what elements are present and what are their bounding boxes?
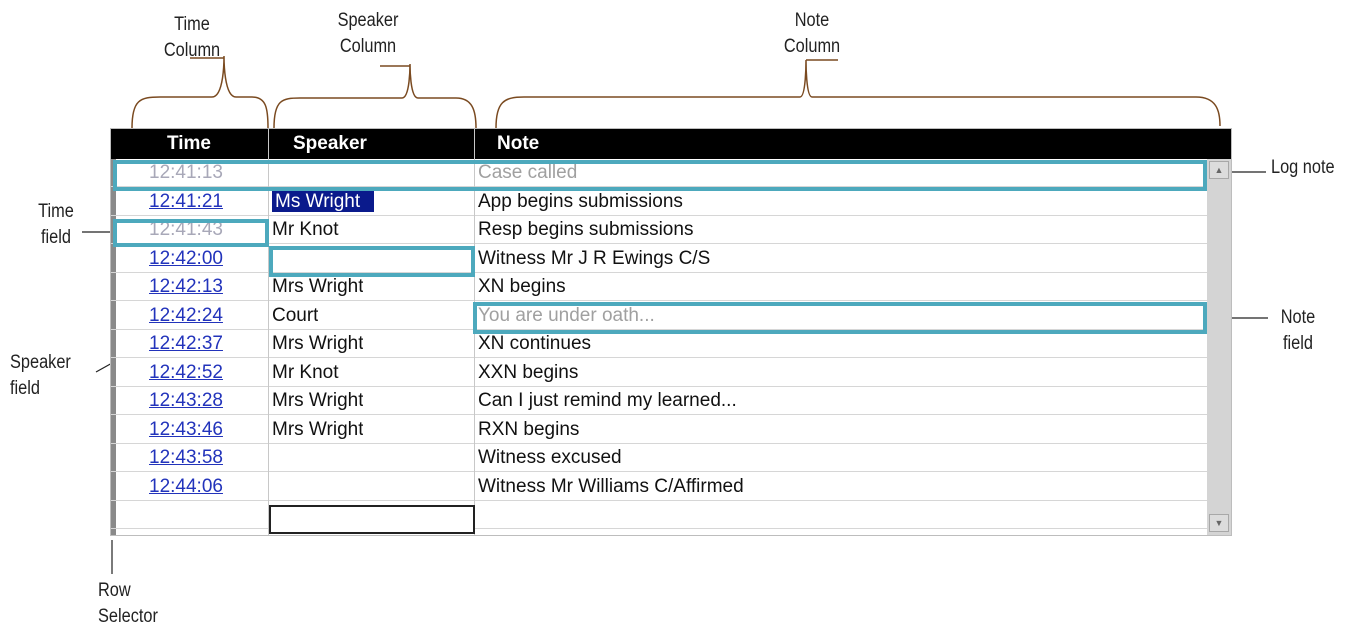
grid-header: Time Speaker Note xyxy=(111,129,1231,159)
time-field-highlight xyxy=(113,219,269,247)
log-row[interactable]: 12:44:06 Witness Mr Williams C/Affirmed xyxy=(111,473,1207,501)
time-field[interactable]: 12:43:28 xyxy=(149,387,223,414)
speaker-field[interactable]: Mr Knot xyxy=(272,359,339,386)
speaker-value: Mrs Wright xyxy=(272,276,364,297)
speaker-field[interactable]: Mr Knot xyxy=(272,216,339,243)
note-field[interactable]: XN continues xyxy=(478,330,591,357)
log-row[interactable]: 12:43:58 Witness excused xyxy=(111,444,1207,472)
time-field[interactable]: 12:42:00 xyxy=(149,245,223,272)
scroll-up-button[interactable]: ▲ xyxy=(1209,161,1229,179)
log-row[interactable]: 12:43:28 Mrs Wright Can I just remind my l… xyxy=(111,387,1207,415)
time-field[interactable]: 12:43:46 xyxy=(149,416,223,443)
log-row[interactable]: 12:42:13 Mrs Wright XN begins xyxy=(111,273,1207,301)
log-row[interactable]: 12:41:21 Ms Wright App begins submissions xyxy=(111,188,1207,216)
speaker-value: Mrs Wright xyxy=(272,418,364,440)
time-field[interactable]: 12:42:24 xyxy=(149,302,223,329)
log-row[interactable]: 12:43:46 Mrs Wright RXN begins xyxy=(111,416,1207,444)
note-field[interactable]: Witness Mr J R Ewings C/S xyxy=(478,245,710,272)
speaker-field-highlight xyxy=(269,246,475,277)
note-field-highlight xyxy=(473,302,1207,334)
vertical-scrollbar[interactable]: ▲ ▼ xyxy=(1207,159,1231,535)
note-field[interactable]: Witness Mr Williams C/Affirmed xyxy=(478,473,744,500)
note-column-brace xyxy=(495,59,1221,129)
new-speaker-input[interactable] xyxy=(269,505,475,534)
note-field[interactable]: App begins submissions xyxy=(478,188,683,215)
speaker-field[interactable]: Mrs Wright xyxy=(272,330,363,357)
speaker-value: Mr Knot xyxy=(272,361,339,383)
time-field[interactable]: 12:41:21 xyxy=(149,188,223,215)
speaker-field[interactable]: Court xyxy=(272,302,318,329)
log-grid: Time Speaker Note 12:41:13 Case called 12:… xyxy=(110,128,1232,536)
time-field[interactable]: 12:42:37 xyxy=(149,330,223,357)
speaker-field[interactable]: Mrs Wright xyxy=(272,273,363,300)
speaker-value: Court xyxy=(272,304,319,326)
time-field[interactable]: 12:42:52 xyxy=(149,359,223,386)
speaker-value: Ms Wright xyxy=(272,190,375,212)
speaker-field[interactable]: Ms Wright xyxy=(272,188,375,215)
scroll-down-button[interactable]: ▼ xyxy=(1209,514,1229,532)
log-row[interactable]: 12:41:43 Mr Knot Resp begins submissions xyxy=(111,216,1207,244)
time-field[interactable]: 12:44:06 xyxy=(149,473,223,500)
speaker-column-brace xyxy=(273,63,477,129)
note-field[interactable]: Witness excused xyxy=(478,444,622,471)
log-row[interactable]: 12:42:37 Mrs Wright XN continues xyxy=(111,330,1207,358)
note-field[interactable]: Resp begins submissions xyxy=(478,216,693,243)
time-column-header[interactable]: Time xyxy=(167,129,211,159)
time-column-brace xyxy=(131,55,269,129)
speaker-field[interactable]: Mrs Wright xyxy=(272,416,363,443)
speaker-value: Mr Knot xyxy=(272,219,339,240)
note-field[interactable]: XXN begins xyxy=(478,359,578,386)
note-column-header[interactable]: Note xyxy=(497,129,539,159)
time-field[interactable]: 12:43:58 xyxy=(149,444,223,471)
log-row[interactable]: 12:42:52 Mr Knot XXN begins xyxy=(111,359,1207,387)
speaker-value: Mrs Wright xyxy=(272,333,364,354)
speaker-value: Mrs Wright xyxy=(272,390,364,411)
note-field[interactable]: RXN begins xyxy=(478,416,579,443)
log-note-highlight xyxy=(113,160,1207,191)
note-field[interactable]: XN begins xyxy=(478,273,566,300)
time-field[interactable]: 12:42:13 xyxy=(149,273,223,300)
speaker-field[interactable]: Mrs Wright xyxy=(272,387,363,414)
speaker-column-header[interactable]: Speaker xyxy=(293,129,367,159)
note-field[interactable]: Can I just remind my learned... xyxy=(478,387,737,414)
